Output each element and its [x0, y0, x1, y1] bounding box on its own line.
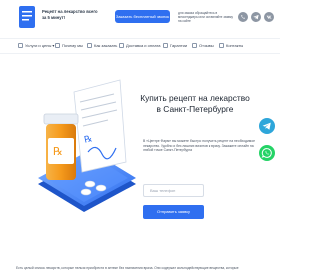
main-nav: Услуги и цены ▾ Почему мы Как заказать Д…: [0, 38, 280, 54]
vk-icon[interactable]: [264, 12, 274, 22]
logo-text: Рецепт на лекарство всего за 5 минут!: [42, 9, 98, 20]
nav-item-why-us[interactable]: Почему мы: [55, 39, 83, 53]
whatsapp-float-button[interactable]: [259, 145, 275, 161]
nav-item-delivery[interactable]: Доставка и оплата: [119, 39, 161, 53]
intro-paragraph: Есть целый список лекарств, которые нель…: [16, 266, 239, 270]
nav-item-services[interactable]: Услуги и цены ▾: [18, 39, 54, 53]
comment-icon: [192, 43, 197, 49]
logo-icon[interactable]: [16, 4, 40, 32]
grid-icon: [18, 43, 23, 49]
shield-icon: [55, 43, 60, 49]
whatsapp-icon[interactable]: [238, 12, 248, 22]
nav-item-reviews[interactable]: Отзывы: [192, 39, 214, 53]
whatsapp-icon: [259, 145, 275, 161]
phone-input[interactable]: [143, 184, 204, 197]
phone-icon: [219, 43, 224, 49]
nav-item-contacts[interactable]: Контакты: [219, 39, 243, 53]
pill-bottle: ℞: [43, 113, 79, 180]
prescription-paper: ℞: [73, 79, 127, 173]
hero-illustration: ℞ ℞: [28, 72, 140, 222]
nav-item-guarantees[interactable]: Гарантии: [163, 39, 187, 53]
telegram-icon: [259, 118, 275, 134]
header-note: для заказа обращайтесь в мессенджеры или…: [178, 11, 234, 24]
truck-icon: [119, 43, 124, 49]
telegram-icon[interactable]: [251, 12, 261, 22]
cart-icon: [87, 43, 92, 49]
telegram-float-button[interactable]: [259, 118, 275, 134]
submit-request-button[interactable]: Отправить заявку: [143, 205, 204, 219]
rx-label-icon: ℞: [53, 146, 63, 158]
site-header: Рецепт на лекарство всего за 5 минут! За…: [0, 0, 280, 34]
nav-item-how-to-order[interactable]: Как заказать: [87, 39, 117, 53]
order-call-button[interactable]: Заказать бесплатный звонок: [115, 10, 170, 23]
hero-title: Купить рецепт на лекарство в Санкт-Петер…: [140, 93, 250, 114]
check-icon: [163, 43, 168, 49]
hero-description: В «Центре Фарм» вы можете быстро получит…: [143, 139, 255, 153]
